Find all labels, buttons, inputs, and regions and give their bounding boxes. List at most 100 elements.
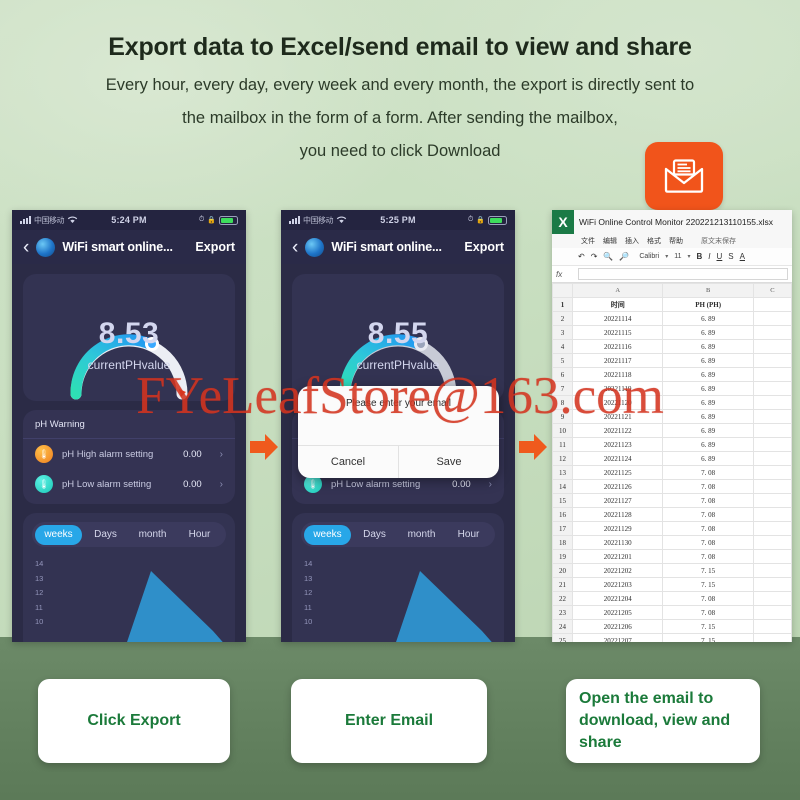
row-number[interactable]: 25 — [552, 633, 574, 642]
cell-ph[interactable]: 6. 89 — [662, 381, 754, 396]
row-number[interactable]: 6 — [552, 367, 574, 382]
font-size-select[interactable]: 11 — [674, 253, 681, 260]
cell-time[interactable]: 20221205 — [572, 605, 664, 620]
cell-time[interactable]: 20221204 — [572, 591, 664, 606]
cell-ph[interactable]: 6. 89 — [662, 437, 754, 452]
cell-time[interactable]: 20221122 — [572, 423, 664, 438]
row-number[interactable]: 8 — [552, 395, 574, 410]
cell-c[interactable] — [752, 465, 792, 480]
cell-c[interactable] — [752, 437, 792, 452]
row-number[interactable]: 3 — [552, 325, 574, 340]
cell-ph[interactable]: 7. 08 — [662, 591, 754, 606]
cell-time[interactable]: 20221114 — [572, 311, 664, 326]
cell-ph[interactable]: 6. 89 — [662, 395, 754, 410]
row-number[interactable]: 1 — [552, 297, 574, 312]
underline-button[interactable]: U — [717, 252, 723, 261]
cell-ph[interactable]: 7. 08 — [662, 535, 754, 550]
save-button[interactable]: Save — [399, 446, 499, 478]
cell-c[interactable] — [752, 297, 792, 312]
cell-time[interactable]: 20221125 — [572, 465, 664, 480]
italic-button[interactable]: I — [708, 252, 710, 261]
zoom-in-icon[interactable]: 🔎 — [619, 252, 629, 261]
tab-hour[interactable]: Hour — [176, 525, 223, 545]
row-number[interactable]: 7 — [552, 381, 574, 396]
undo-icon[interactable]: ↶ — [578, 252, 585, 261]
menu-format[interactable]: 格式 — [647, 236, 661, 246]
cell-ph[interactable]: 7. 08 — [662, 521, 754, 536]
cell-c[interactable] — [752, 507, 792, 522]
cell-c[interactable] — [752, 591, 792, 606]
zoom-out-icon[interactable]: 🔍 — [603, 252, 613, 261]
chevron-down-icon[interactable]: ▾ — [665, 253, 668, 260]
bold-button[interactable]: B — [697, 252, 703, 261]
cell-ph[interactable]: 7. 08 — [662, 605, 754, 620]
row-number[interactable]: 4 — [552, 339, 574, 354]
row-number[interactable]: 13 — [552, 465, 574, 480]
cell-c[interactable] — [752, 451, 792, 466]
menu-file[interactable]: 文件 — [581, 236, 595, 246]
tab-days[interactable]: Days — [351, 525, 398, 545]
formula-input[interactable] — [578, 268, 788, 280]
row-number[interactable]: 16 — [552, 507, 574, 522]
cell-ph[interactable]: 6. 89 — [662, 451, 754, 466]
cell-time[interactable]: 20221120 — [572, 395, 664, 410]
row-number[interactable]: 2 — [552, 311, 574, 326]
cell-time[interactable]: 20221203 — [572, 577, 664, 592]
ph-high-alarm-row[interactable]: 🌡 pH High alarm setting 0.00 › — [23, 439, 235, 469]
cell-c[interactable] — [752, 311, 792, 326]
cell-c[interactable] — [752, 633, 792, 642]
cell-c[interactable] — [752, 493, 792, 508]
cell-time[interactable]: 20221118 — [572, 367, 664, 382]
tab-weeks[interactable]: weeks — [35, 524, 82, 545]
tab-hour[interactable]: Hour — [445, 525, 492, 545]
cell-ph[interactable]: 7. 15 — [662, 577, 754, 592]
strikethrough-button[interactable]: S — [728, 252, 733, 261]
row-number[interactable]: 22 — [552, 591, 574, 606]
cell-ph[interactable]: 6. 89 — [662, 367, 754, 382]
row-number[interactable]: 15 — [552, 493, 574, 508]
menu-edit[interactable]: 编辑 — [603, 236, 617, 246]
cell-ph-header[interactable]: PH (PH) — [662, 297, 754, 312]
column-header-c[interactable]: C — [752, 283, 792, 298]
export-button[interactable]: Export — [464, 240, 504, 254]
back-button[interactable]: ‹ — [292, 238, 298, 257]
tab-weeks[interactable]: weeks — [304, 524, 351, 545]
row-number[interactable]: 19 — [552, 549, 574, 564]
cell-ph[interactable]: 7. 08 — [662, 465, 754, 480]
cell-time[interactable]: 20221207 — [572, 633, 664, 642]
cell-c[interactable] — [752, 325, 792, 340]
cell-ph[interactable]: 6. 89 — [662, 325, 754, 340]
tab-days[interactable]: Days — [82, 525, 129, 545]
cell-c[interactable] — [752, 605, 792, 620]
cell-time[interactable]: 20221119 — [572, 381, 664, 396]
cell-time[interactable]: 20221128 — [572, 507, 664, 522]
cell-ph[interactable]: 7. 08 — [662, 479, 754, 494]
export-button[interactable]: Export — [195, 240, 235, 254]
cell-c[interactable] — [752, 535, 792, 550]
font-family-select[interactable]: Calibri — [639, 253, 659, 260]
font-color-button[interactable]: A — [740, 252, 745, 261]
cell-ph[interactable]: 7. 15 — [662, 633, 754, 642]
cell-c[interactable] — [752, 549, 792, 564]
cell-time[interactable]: 20221202 — [572, 563, 664, 578]
row-number[interactable]: 5 — [552, 353, 574, 368]
cell-c[interactable] — [752, 521, 792, 536]
cell-c[interactable] — [752, 339, 792, 354]
menu-help[interactable]: 帮助 — [669, 236, 683, 246]
row-number[interactable]: 20 — [552, 563, 574, 578]
cell-c[interactable] — [752, 381, 792, 396]
cell-c[interactable] — [752, 353, 792, 368]
cell-c[interactable] — [752, 423, 792, 438]
row-number[interactable]: 17 — [552, 521, 574, 536]
column-header-b[interactable]: B — [662, 283, 754, 298]
cancel-button[interactable]: Cancel — [298, 446, 398, 478]
cell-time[interactable]: 20221117 — [572, 353, 664, 368]
row-number[interactable]: 14 — [552, 479, 574, 494]
cell-ph[interactable]: 7. 08 — [662, 549, 754, 564]
row-number[interactable]: 21 — [552, 577, 574, 592]
cell-c[interactable] — [752, 479, 792, 494]
cell-time[interactable]: 20221130 — [572, 535, 664, 550]
cell-c[interactable] — [752, 409, 792, 424]
row-number[interactable]: 11 — [552, 437, 574, 452]
cell-time[interactable]: 20221206 — [572, 619, 664, 634]
